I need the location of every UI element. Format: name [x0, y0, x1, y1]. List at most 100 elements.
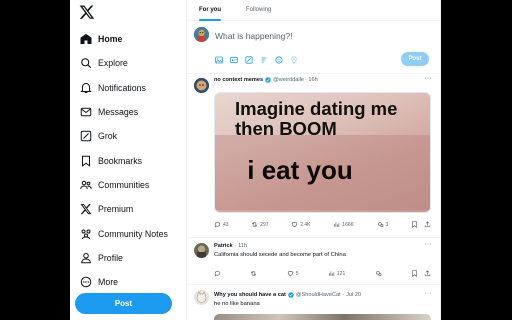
author-handle[interactable]: @weirddalle	[273, 77, 304, 83]
image-icon[interactable]	[215, 56, 223, 64]
people-icon	[79, 178, 92, 191]
share-button[interactable]	[424, 221, 431, 228]
bell-icon	[79, 81, 92, 94]
nav-item-premium[interactable]: Premium	[79, 197, 168, 221]
person-icon	[79, 251, 92, 264]
post-button[interactable]: Post	[75, 293, 172, 314]
tweet-time[interactable]: · 16h	[305, 77, 318, 83]
timeline-tabs: For you Following	[187, 0, 441, 21]
nav-item-profile[interactable]: Profile	[79, 246, 168, 270]
views-button[interactable]: 166K	[333, 221, 354, 228]
nav-label: Profile	[98, 252, 123, 263]
sidebar: Home Explore Notifications Messages Grok…	[70, 0, 186, 320]
nav-item-notifications[interactable]: Notifications	[79, 76, 168, 100]
more-icon[interactable]: ···	[424, 75, 432, 82]
tweet[interactable]: no context memes @weirddalle · 16h ··· I…	[187, 74, 441, 238]
nav-item-more[interactable]: More	[79, 270, 168, 294]
nav-item-communities[interactable]: Communities	[79, 173, 168, 197]
nav-item-explore[interactable]: Explore	[79, 51, 168, 75]
repost-button[interactable]	[250, 270, 257, 277]
repost-button[interactable]: 297	[251, 221, 269, 228]
nav-label: Grok	[98, 131, 118, 142]
nav-label: Messages	[98, 107, 139, 118]
nav-label: Community Notes	[98, 228, 168, 239]
avatar[interactable]	[194, 243, 209, 258]
composer: What is happening?! Post	[187, 21, 441, 74]
verified-badge-icon	[265, 77, 271, 83]
bookmark-icon	[412, 221, 417, 228]
like-count: 5	[295, 270, 299, 277]
compose-post-button[interactable]: Post	[401, 52, 429, 66]
bookmark-button[interactable]	[411, 270, 418, 277]
search-icon	[79, 57, 92, 70]
grok-icon	[375, 271, 382, 277]
poll-icon[interactable]	[260, 56, 268, 64]
nav-label: Notifications	[98, 82, 146, 93]
nav-label: Explore	[98, 58, 128, 69]
grok-button[interactable]: 3	[377, 221, 389, 228]
nav-label: Bookmarks	[98, 155, 142, 166]
tweet-media[interactable]: Imagine dating me then BOOM i eat you	[214, 92, 431, 213]
tweet-time[interactable]: · 11h	[235, 243, 247, 249]
like-button[interactable]: 5	[287, 270, 299, 277]
nav-label: Communities	[98, 179, 150, 190]
x-logo-icon	[79, 203, 92, 216]
nav-item-community-notes[interactable]: Community Notes	[79, 221, 168, 245]
nav-item-home[interactable]: Home	[79, 27, 168, 51]
views-icon	[329, 271, 335, 276]
avatar[interactable]	[194, 78, 209, 93]
share-icon	[424, 221, 431, 228]
repost-icon	[251, 271, 257, 276]
tab-for-you[interactable]: For you	[199, 7, 221, 13]
share-icon	[424, 270, 431, 277]
location-icon[interactable]	[290, 56, 298, 64]
grok-button[interactable]	[375, 270, 382, 277]
timeline: For you Following What is happening?! Po…	[186, 0, 441, 320]
nav-item-grok[interactable]: Grok	[79, 124, 168, 148]
primary-nav: Home Explore Notifications Messages Grok…	[79, 27, 168, 294]
bookmark-button[interactable]	[411, 221, 418, 228]
repost-count: 297	[260, 221, 269, 228]
author-name[interactable]: no context memes	[214, 77, 263, 83]
envelope-icon	[79, 106, 92, 119]
heart-icon	[292, 222, 298, 228]
tweet-time[interactable]: · Jul 20	[343, 292, 361, 298]
tweet[interactable]: Why you should have a cat @ShouldHaveCat…	[187, 285, 441, 320]
gif-icon[interactable]	[230, 56, 238, 64]
media-caption-line: then BOOM	[235, 118, 337, 139]
author-name[interactable]: Patrick	[214, 243, 233, 249]
avatar[interactable]	[194, 290, 209, 305]
nav-label: Home	[98, 34, 123, 45]
tweet[interactable]: Patrick · 11h ··· California should sece…	[187, 238, 441, 285]
nav-label: More	[98, 277, 119, 288]
x-logo-icon[interactable]	[79, 4, 95, 20]
tweet-media[interactable]	[214, 314, 431, 320]
reply-button[interactable]: 43	[214, 221, 229, 228]
media-caption-top: Imagine dating me then BOOM	[235, 99, 397, 139]
more-icon[interactable]: ···	[424, 241, 432, 248]
repost-icon	[252, 222, 258, 227]
compose-input[interactable]: What is happening?!	[215, 31, 293, 41]
views-button[interactable]: 121	[328, 270, 345, 277]
nav-item-messages[interactable]: Messages	[79, 100, 168, 124]
tweet-text: he no like banana	[214, 301, 260, 307]
avatar[interactable]	[194, 27, 209, 42]
share-button[interactable]	[424, 270, 431, 277]
author-name[interactable]: Why you should have a cat	[214, 292, 286, 298]
reply-icon	[214, 221, 221, 228]
tweet-header: Why you should have a cat @ShouldHaveCat…	[214, 292, 361, 298]
grok-count: 3	[385, 221, 389, 228]
author-handle[interactable]: @ShouldHaveCat	[296, 292, 341, 298]
media-caption-bottom: i eat you	[247, 155, 353, 185]
nav-item-bookmarks[interactable]: Bookmarks	[79, 148, 168, 172]
tab-following[interactable]: Following	[246, 7, 271, 13]
nav-label: Premium	[98, 204, 134, 215]
grok-icon	[79, 130, 92, 143]
like-button[interactable]: 2.4K	[291, 221, 311, 228]
reply-button[interactable]	[214, 270, 221, 277]
views-count: 166K	[342, 221, 354, 228]
more-icon[interactable]: ···	[424, 290, 432, 297]
grok-icon[interactable]	[245, 56, 253, 64]
emoji-icon[interactable]	[275, 56, 283, 64]
like-count: 2.4K	[300, 221, 311, 228]
